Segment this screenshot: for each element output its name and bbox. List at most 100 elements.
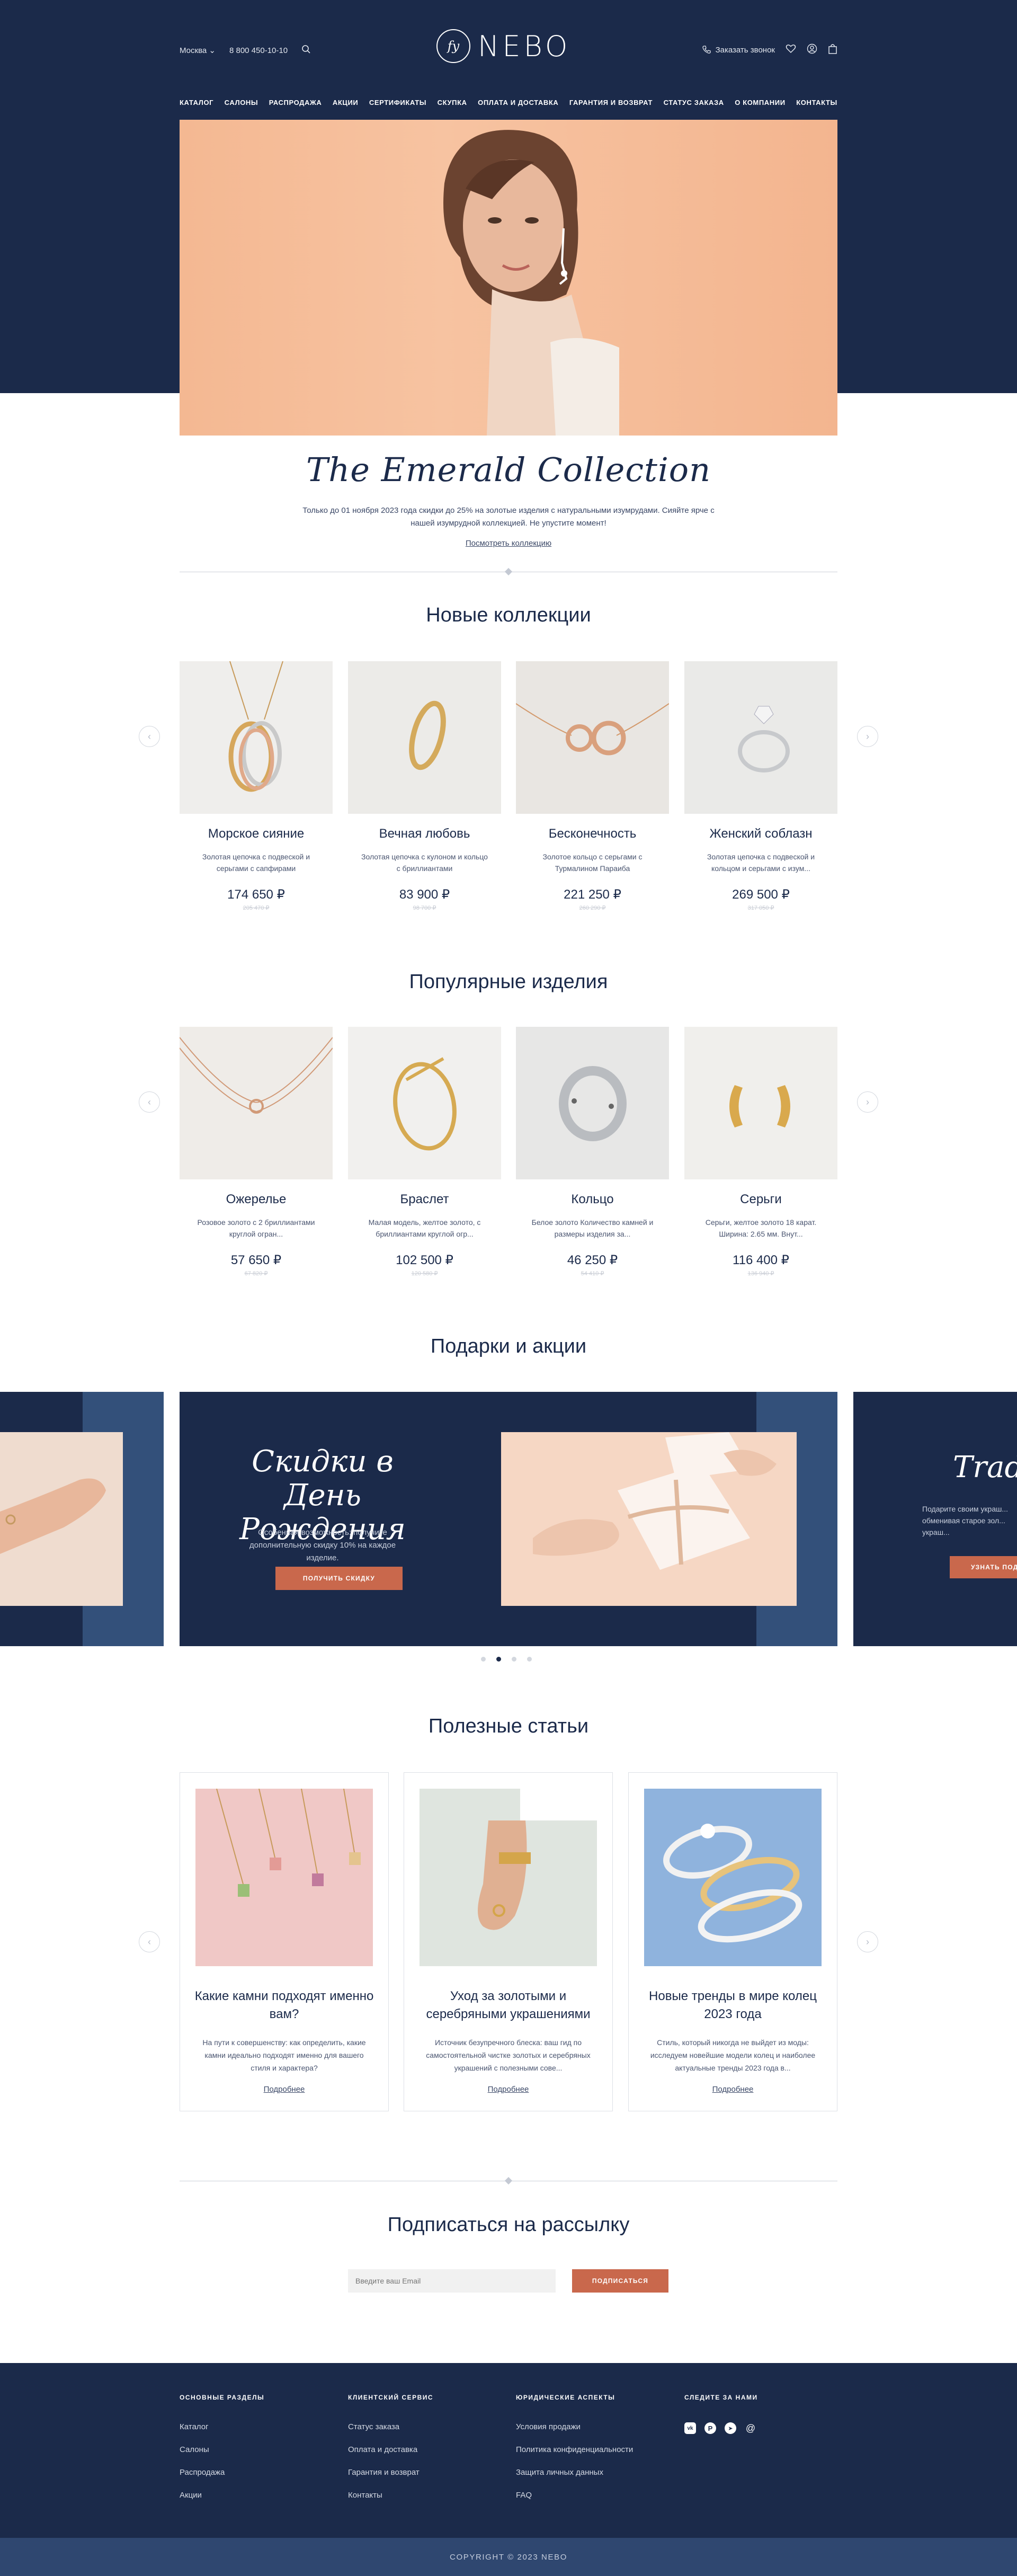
article-description: Стиль, который никогда не выйдет из моды… — [650, 2038, 816, 2072]
callback-link[interactable]: Заказать звонок — [702, 45, 775, 55]
nav-warranty-return[interactable]: ГАРАНТИЯ И ВОЗВРАТ — [569, 99, 653, 106]
footer-col-legal: ЮРИДИЧЕСКИЕ АСПЕКТЫ Условия продажи Поли… — [516, 2394, 633, 2513]
promo-slide-next[interactable]: Trad Подарите своим украш... обменивая с… — [853, 1392, 1017, 1646]
nav-certificates[interactable]: СЕРТИФИКАТЫ — [369, 99, 426, 106]
product-image — [180, 1027, 333, 1179]
article-image — [420, 1789, 597, 1966]
product-image — [684, 1027, 837, 1179]
account-icon[interactable] — [807, 43, 817, 56]
slider-dots — [481, 1657, 532, 1662]
logo[interactable]: fy NEBO — [436, 29, 570, 63]
arrow-left-icon[interactable]: ‹ — [139, 1931, 160, 1952]
promo-slide-prev[interactable] — [0, 1392, 164, 1646]
footer-link[interactable]: Гарантия и возврат — [348, 2468, 433, 2477]
footer-link[interactable]: Условия продажи — [516, 2422, 633, 2431]
nav-about[interactable]: О КОМПАНИИ — [735, 99, 785, 106]
arrow-left-icon[interactable]: ‹ — [139, 726, 160, 747]
main-nav: КАТАЛОГ САЛОНЫ РАСПРОДАЖА АКЦИИ СЕРТИФИК… — [180, 99, 837, 106]
slider-dot-active[interactable] — [496, 1657, 501, 1662]
phone-number[interactable]: 8 800 450-10-10 — [229, 46, 288, 55]
search-icon[interactable] — [301, 45, 311, 56]
article-card[interactable]: Какие камни подходят именно вам? На пути… — [180, 1772, 389, 2111]
divider-diamond-icon — [504, 567, 513, 576]
get-discount-button[interactable]: ПОЛУЧИТЬ СКИДКУ — [275, 1567, 403, 1590]
nav-salons[interactable]: САЛОНЫ — [225, 99, 258, 106]
product-card[interactable]: Браслет Малая модель, желтое золото, с б… — [348, 1027, 501, 1277]
email-input[interactable] — [348, 2269, 556, 2293]
product-card[interactable]: Кольцо Белое золото Количество камней и … — [516, 1027, 669, 1277]
product-card[interactable]: Морское сияние Золотая цепочка с подвеск… — [180, 661, 333, 911]
cart-icon[interactable] — [828, 43, 837, 56]
vk-icon[interactable]: vk — [684, 2422, 696, 2434]
product-image — [516, 661, 669, 814]
pinterest-icon[interactable]: P — [704, 2422, 716, 2434]
article-card[interactable]: Уход за золотыми и серебряными украшения… — [404, 1772, 613, 2111]
arrow-right-icon[interactable]: › — [857, 1931, 878, 1952]
article-image — [644, 1789, 822, 1966]
footer-col-service: КЛИЕНТСКИЙ СЕРВИС Статус заказа Оплата и… — [348, 2394, 433, 2513]
footer-link[interactable]: FAQ — [516, 2491, 633, 2500]
arrow-right-icon[interactable]: › — [857, 726, 878, 747]
article-card[interactable]: Новые тренды в мире колец 2023 года Стил… — [628, 1772, 837, 2111]
footer-link[interactable]: Защита личных данных — [516, 2468, 633, 2477]
logo-monogram: fy — [436, 29, 470, 63]
product-description: Золотое кольцо с серьгами с Турмалином П… — [542, 852, 643, 873]
divider-diamond-icon — [504, 2177, 513, 2185]
new-collections-title: Новые коллекции — [426, 604, 591, 626]
nav-payment-delivery[interactable]: ОПЛАТА И ДОСТАВКА — [478, 99, 558, 106]
article-read-more-link[interactable]: Подробнее — [629, 2085, 837, 2094]
product-card[interactable]: Женский соблазн Золотая цепочка с подвес… — [684, 661, 837, 911]
footer-link[interactable]: Контакты — [348, 2491, 433, 2500]
footer-link[interactable]: Статус заказа — [348, 2422, 433, 2431]
product-old-price: 136 940 ₽ — [747, 1271, 774, 1277]
article-read-more-link[interactable]: Подробнее — [404, 2085, 612, 2094]
city-selector[interactable]: Москва ⌄ — [180, 46, 216, 55]
model-portrait-image — [443, 130, 619, 436]
telegram-icon[interactable]: ➤ — [725, 2422, 736, 2434]
footer-link[interactable]: Каталог — [180, 2422, 264, 2431]
nav-buyback[interactable]: СКУПКА — [438, 99, 467, 106]
product-price: 269 500 ₽ — [732, 887, 790, 902]
product-card[interactable]: Бесконечность Золотое кольцо с серьгами … — [516, 661, 669, 911]
article-read-more-link[interactable]: Подробнее — [180, 2085, 388, 2094]
social-icons: vk P ➤ @ — [684, 2422, 758, 2434]
learn-more-button[interactable]: УЗНАТЬ ПОД... — [950, 1556, 1017, 1578]
header-left: Москва ⌄ 8 800 450-10-10 — [180, 45, 311, 56]
nav-promotions[interactable]: АКЦИИ — [333, 99, 359, 106]
footer-heading: КЛИЕНТСКИЙ СЕРВИС — [348, 2394, 434, 2401]
article-image — [195, 1789, 373, 1966]
heart-icon[interactable] — [786, 44, 796, 56]
product-card[interactable]: Серьги Серьги, желтое золото 18 карат. Ш… — [684, 1027, 837, 1277]
nav-sale[interactable]: РАСПРОДАЖА — [269, 99, 322, 106]
nav-catalog[interactable]: КАТАЛОГ — [180, 99, 213, 106]
footer-link[interactable]: Распродажа — [180, 2468, 264, 2477]
footer-link[interactable]: Политика конфиденциальности — [516, 2445, 633, 2454]
hero-banner-image[interactable] — [180, 120, 837, 436]
subscribe-button[interactable]: ПОДПИСАТЬСЯ — [572, 2269, 668, 2293]
product-card[interactable]: Вечная любовь Золотая цепочка с кулоном … — [348, 661, 501, 911]
footer-link[interactable]: Салоны — [180, 2445, 264, 2454]
article-title: Какие камни подходят именно вам? — [194, 1989, 374, 2021]
slider-dot[interactable] — [527, 1657, 532, 1662]
promo-slide-active[interactable]: Скидки в День Рождения Особенная возможн… — [180, 1392, 837, 1646]
footer-link[interactable]: Оплата и доставка — [348, 2445, 433, 2454]
arrow-left-icon[interactable]: ‹ — [139, 1091, 160, 1113]
product-price: 57 650 ₽ — [230, 1253, 282, 1267]
product-price: 102 500 ₽ — [396, 1253, 453, 1267]
slider-dot[interactable] — [481, 1657, 486, 1662]
product-card[interactable]: Ожерелье Розовое золото с 2 бриллиантами… — [180, 1027, 333, 1277]
nav-order-status[interactable]: СТАТУС ЗАКАЗА — [664, 99, 724, 106]
footer-link[interactable]: Акции — [180, 2491, 264, 2500]
hero-description: Только до 01 ноября 2023 года скидки до … — [302, 506, 715, 528]
nav-contacts[interactable]: КОНТАКТЫ — [796, 99, 837, 106]
slider-dot[interactable] — [512, 1657, 516, 1662]
product-old-price: 317 050 ₽ — [747, 905, 774, 911]
callback-label: Заказать звонок — [715, 45, 775, 55]
threads-icon[interactable]: @ — [745, 2422, 756, 2434]
product-old-price: 205 470 ₽ — [243, 905, 270, 911]
hero-collection-link[interactable]: Посмотреть коллекцию — [180, 539, 837, 548]
footer-heading: СЛЕДИТЕ ЗА НАМИ — [684, 2394, 758, 2401]
footer-col-main: ОСНОВНЫЕ РАЗДЕЛЫ Каталог Салоны Распрода… — [180, 2394, 264, 2513]
chevron-down-icon: ⌄ — [209, 46, 216, 55]
arrow-right-icon[interactable]: › — [857, 1091, 878, 1113]
